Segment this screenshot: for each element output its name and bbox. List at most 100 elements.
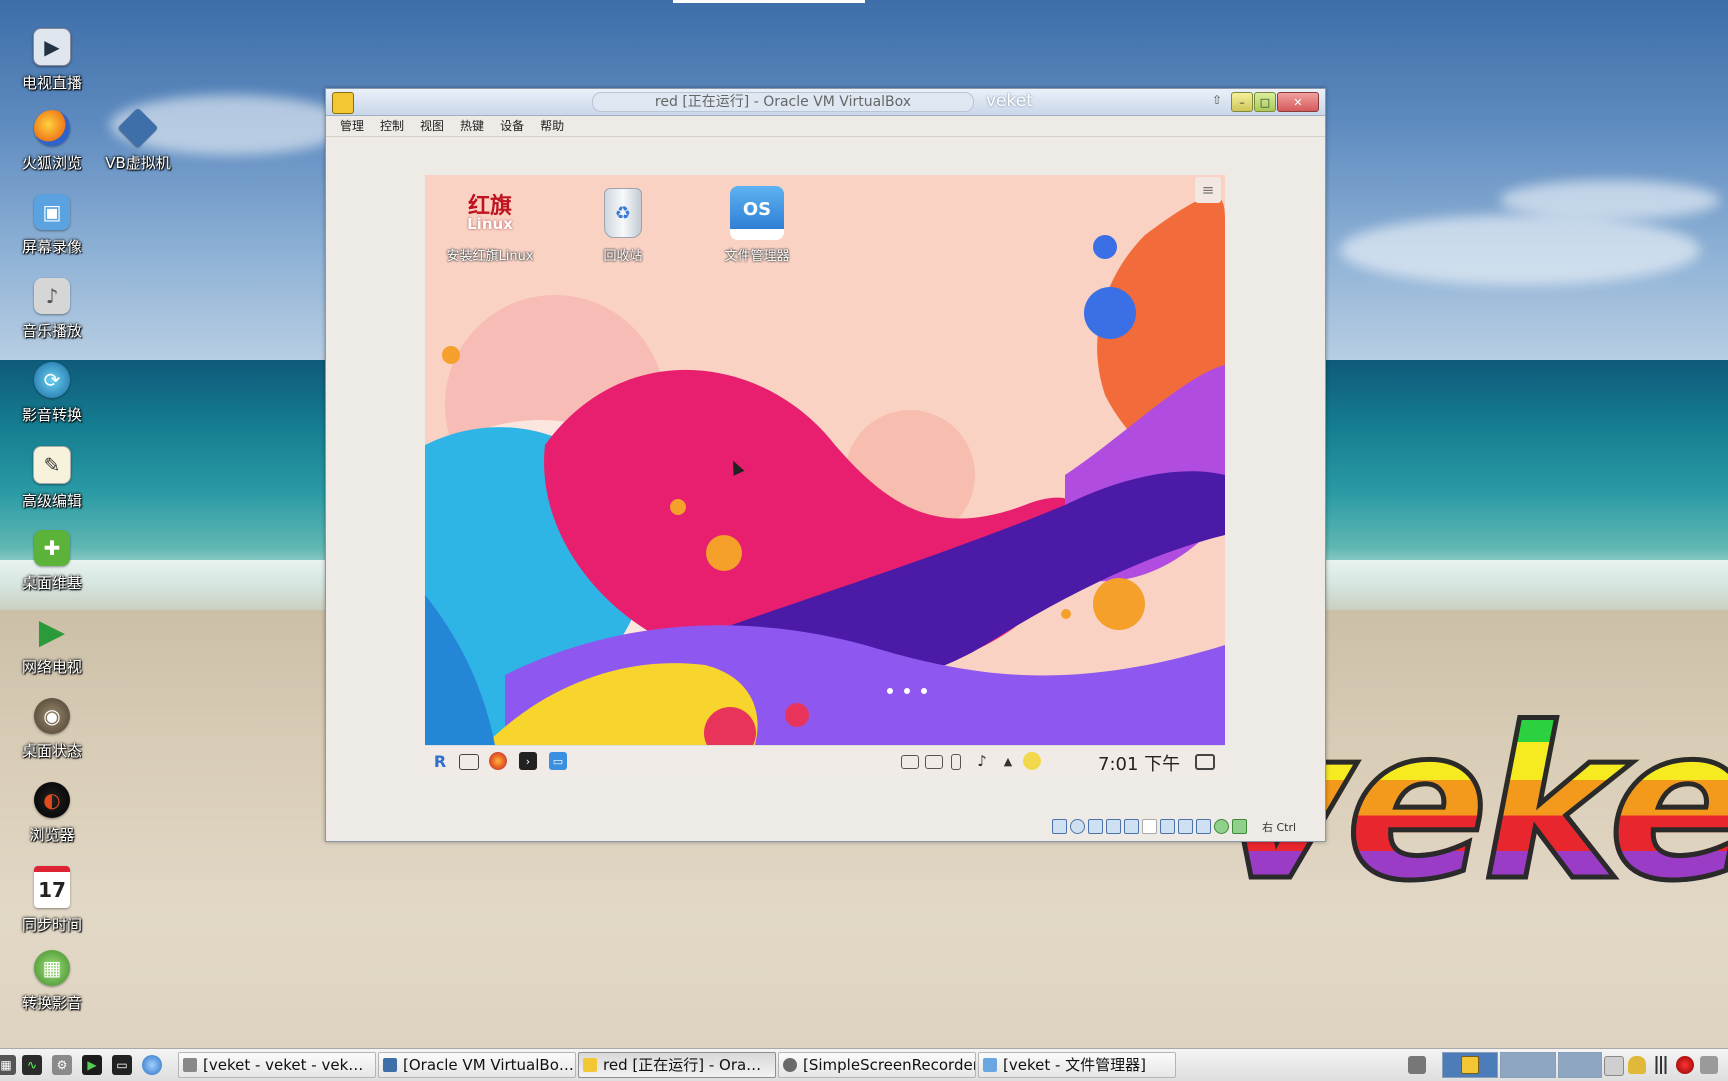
top-strip [673,0,865,3]
desktop-icon-desktop-status[interactable]: ◉ 桌面状态 [4,698,100,761]
taskbar-item-veket-terminal[interactable]: [veket - veket - vek… [178,1052,376,1078]
cpu-status-icon[interactable] [1196,819,1211,834]
taskbar-item-red-vm[interactable]: red [正在运行] - Ora… [578,1052,776,1078]
guest-network-icon[interactable] [925,755,943,769]
desktop-icon-sync-time[interactable]: 17 同步时间 [4,866,100,935]
disk-tray-icon[interactable] [1628,1056,1646,1074]
keyboard-capture-icon[interactable] [1232,819,1247,834]
guest-terminal-icon[interactable]: › [519,752,537,770]
shared-folder-status-icon[interactable] [1142,819,1157,834]
wallpaper-cloud [1500,180,1720,220]
guest-file-manager-icon[interactable]: ▭ [549,752,567,770]
desktop-icon-media-convert[interactable]: ⟳ 影音转换 [4,362,100,425]
guest-display-icon[interactable] [1195,754,1215,770]
desktop-icon-label: 浏览器 [29,826,75,844]
desktop-icon-firefox[interactable]: 火狐浏览 [4,110,100,173]
desktop-icon-screen-record[interactable]: ▣ 屏幕录像 [4,194,100,257]
audio-status-icon[interactable] [1088,819,1103,834]
pin-icon[interactable]: ⇧ [1212,93,1222,107]
maximize-button[interactable]: □ [1254,92,1276,112]
guest-tray-expand-icon[interactable]: ▲ [999,752,1017,770]
settings-icon[interactable]: ⚙ [52,1055,72,1075]
desktop-icon-virtualbox[interactable]: VB虚拟机 [90,107,186,173]
desktop-icon-music[interactable]: ♪ 音乐播放 [4,278,100,341]
taskbar-item-virtualbox-manager[interactable]: [Oracle VM VirtualBo… [378,1052,576,1078]
record-tray-icon[interactable] [1676,1056,1694,1074]
desktop-icon-film-convert[interactable]: ▦ 转换影音 [4,950,100,1013]
file-manager-icon: OS [729,185,785,241]
usb-status-icon[interactable] [1124,819,1139,834]
play-icon: ▶ [38,612,66,652]
virtualbox-window[interactable]: red [正在运行] - Oracle VM VirtualBox veket … [325,88,1326,842]
guest-icon-file-manager[interactable]: OS 文件管理器 [702,185,812,264]
vbox-menubar: 管理 控制 视图 热键 设备 帮助 [326,115,1325,137]
virtualbox-icon [117,107,159,149]
guest-icon-recycle-bin[interactable]: ♻ 回收站 [568,185,678,264]
guest-show-desktop-icon[interactable] [459,754,479,770]
menu-icon[interactable]: ▦ [0,1055,16,1075]
hdd-status-icon[interactable] [1052,819,1067,834]
terminal-icon[interactable]: ▭ [112,1055,132,1075]
guest-notification-icon[interactable] [1023,752,1041,770]
taskbar-item-file-manager[interactable]: [veket - 文件管理器] [978,1052,1176,1078]
workspace-window-icon [1461,1056,1479,1074]
task-label: red [正在运行] - Ora… [603,1056,762,1074]
network-status-icon[interactable] [1106,819,1121,834]
guest-keyboard-icon[interactable] [901,755,919,769]
mouse-integration-icon[interactable] [1214,819,1229,834]
desktop-icon-label: 桌面状态 [21,742,82,760]
globe-icon[interactable] [142,1055,162,1075]
guest-volume-icon[interactable]: ♪ [973,752,991,770]
menu-devices[interactable]: 设备 [500,117,524,134]
recording-status-icon[interactable] [1178,819,1193,834]
guest-screen[interactable]: 红旗 Linux 安装红旗Linux ♻ 回收站 OS 文件管理器 ≡ [425,175,1225,745]
guest-firefox-icon[interactable] [489,752,507,770]
signal-tray-icon[interactable] [1652,1056,1670,1074]
menu-manage[interactable]: 管理 [340,117,364,134]
desktop-icon-browser[interactable]: ◐ 浏览器 [4,782,100,845]
desktop-icon-label: 转换影音 [21,994,82,1012]
menu-control[interactable]: 控制 [380,117,404,134]
firefox-icon [34,110,70,146]
recorder-task-icon [783,1058,797,1072]
window-app-icon[interactable] [332,92,354,114]
task-label: [Oracle VM VirtualBo… [403,1056,574,1074]
minimize-button[interactable]: – [1231,92,1253,112]
task-icon [183,1058,197,1072]
desktop-icon-net-tv[interactable]: ▶ 网络电视 [4,612,100,677]
guest-menu-button[interactable]: ≡ [1195,177,1221,203]
virtualbox-task-icon [383,1058,397,1072]
taskbar-item-screen-recorder[interactable]: [SimpleScreenRecorder] [778,1052,976,1078]
workspace-1[interactable] [1442,1052,1498,1078]
workspace-3[interactable] [1558,1052,1602,1078]
task-label: [SimpleScreenRecorder] [803,1056,976,1074]
workspace-2[interactable] [1500,1052,1556,1078]
display-status-icon[interactable] [1160,819,1175,834]
optical-status-icon[interactable] [1070,819,1085,834]
wallpaper-cloud [1340,215,1700,285]
guest-start-icon[interactable]: R [431,752,449,771]
desktop-icon-wiki[interactable]: ✚ 桌面维基 [4,530,100,593]
guest-taskbar: R › ▭ ♪ ▲ 7:01 下午 [425,745,1225,776]
screenshot-tray-icon[interactable] [1408,1056,1426,1074]
keyboard-tray-icon[interactable] [1604,1056,1624,1076]
media-player-icon[interactable]: ▶ [82,1055,102,1075]
task-label: [veket - veket - vek… [203,1056,364,1074]
close-button[interactable]: ✕ [1277,92,1319,112]
desktop-icon-advanced-editor[interactable]: ✎ 高级编辑 [4,446,100,511]
notepad-icon: ✎ [33,446,71,484]
power-tray-icon[interactable] [1700,1056,1718,1074]
menu-view[interactable]: 视图 [420,117,444,134]
guest-usb-icon[interactable] [951,754,961,770]
desktop-icon-tv-live[interactable]: ▶ 电视直播 [4,28,100,93]
system-monitor-icon[interactable]: ∿ [22,1055,42,1075]
folder-task-icon [983,1058,997,1072]
guest-icon-install-redflag[interactable]: 红旗 Linux 安装红旗Linux [435,185,545,265]
window-titlebar[interactable]: red [正在运行] - Oracle VM VirtualBox veket … [326,89,1325,116]
desktop-icon-label: 同步时间 [21,916,82,934]
menu-hotkey[interactable]: 热键 [460,117,484,134]
speaker-icon: ♪ [34,278,70,314]
desktop-icon-label: 桌面维基 [21,574,82,592]
menu-help[interactable]: 帮助 [540,117,564,134]
guest-clock[interactable]: 7:01 下午 [1098,750,1180,776]
